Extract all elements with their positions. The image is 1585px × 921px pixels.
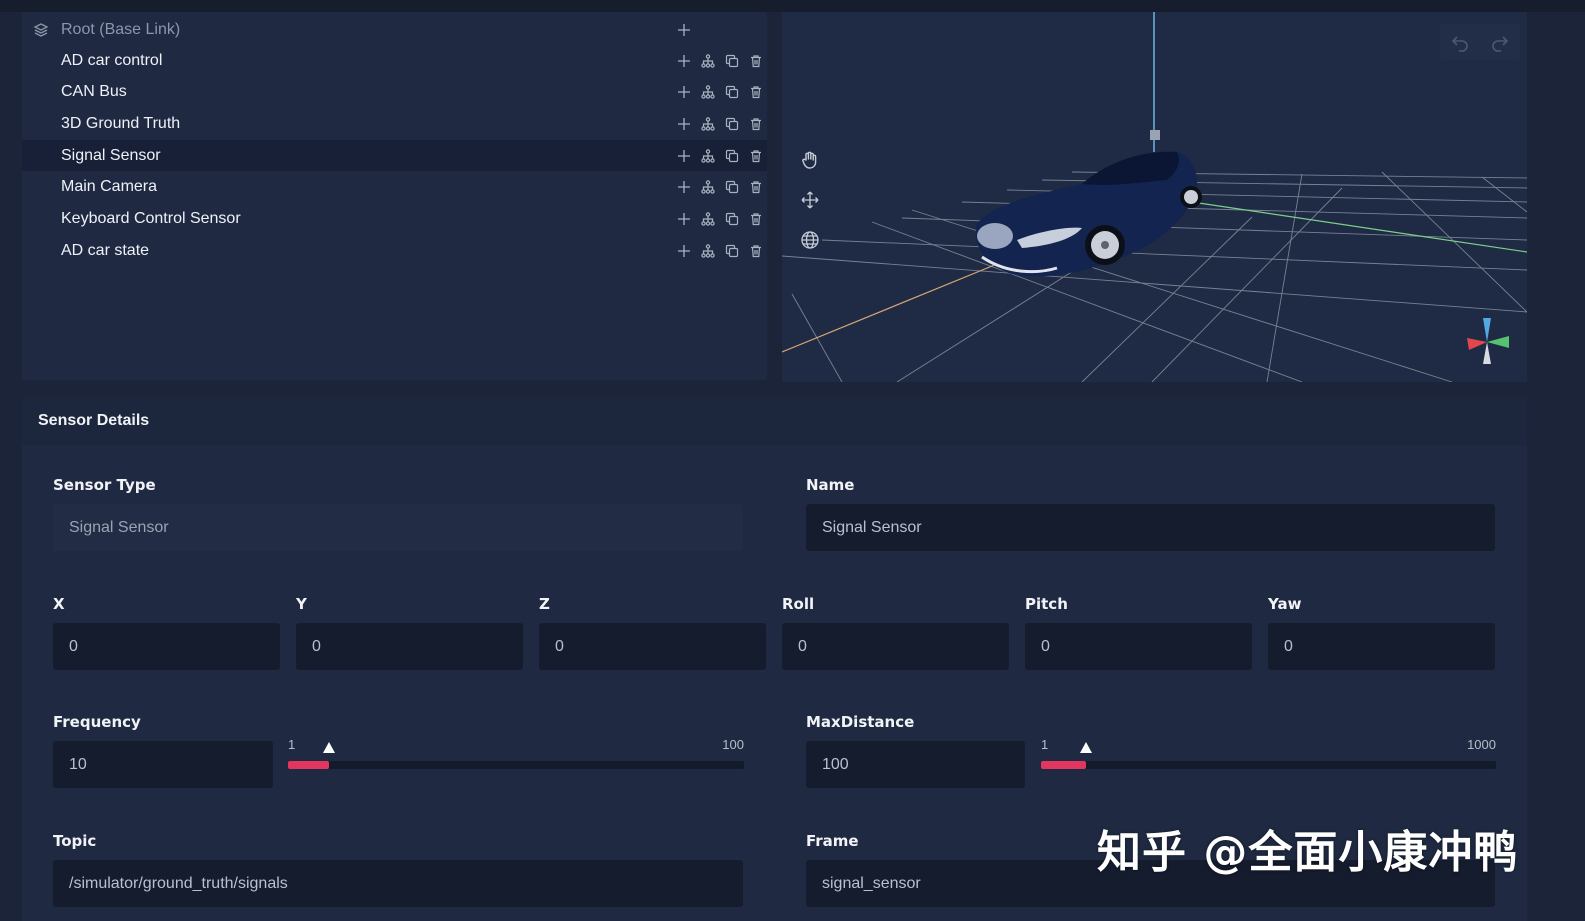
max-distance-max: 1000 [1467, 737, 1496, 752]
frequency-track[interactable] [288, 761, 744, 769]
tree-item[interactable]: AD car control [22, 45, 767, 76]
tree-item[interactable]: CAN Bus [22, 77, 767, 108]
yaw-input[interactable]: 0 [1268, 623, 1495, 670]
tree-item[interactable]: Keyboard Control Sensor [22, 204, 767, 235]
z-input[interactable]: 0 [539, 623, 766, 670]
copy-icon[interactable] [720, 114, 744, 134]
hierarchy-icon[interactable] [696, 177, 720, 197]
sensor-type-label: Sensor Type [53, 476, 156, 494]
plus-icon[interactable] [672, 209, 696, 229]
max-distance-thumb[interactable] [1080, 742, 1093, 753]
tree-root-row[interactable]: Root (Base Link) [22, 14, 767, 45]
copy-icon[interactable] [720, 82, 744, 102]
trash-icon[interactable] [744, 177, 768, 197]
hierarchy-icon[interactable] [696, 241, 720, 261]
trash-icon[interactable] [744, 241, 768, 261]
name-label: Name [806, 476, 855, 494]
topic-label: Topic [53, 832, 97, 850]
plus-icon[interactable] [672, 82, 696, 102]
plus-icon[interactable] [672, 177, 696, 197]
tree-item-label: Main Camera [61, 178, 158, 196]
roll-label: Roll [782, 595, 815, 613]
frequency-label: Frequency [53, 713, 141, 731]
frequency-fill [288, 761, 330, 769]
car-model [976, 151, 1202, 277]
pitch-input[interactable]: 0 [1025, 623, 1252, 670]
roll-input[interactable]: 0 [782, 623, 1009, 670]
3d-viewport[interactable] [782, 12, 1527, 382]
frequency-input[interactable]: 10 [53, 741, 273, 788]
hierarchy-icon[interactable] [696, 114, 720, 134]
tree-item-label: CAN Bus [61, 83, 127, 101]
x-input[interactable]: 0 [53, 623, 280, 670]
z-label: Z [539, 595, 550, 613]
hierarchy-icon[interactable] [696, 146, 720, 166]
trash-icon[interactable] [744, 114, 768, 134]
axis-gizmo [1467, 318, 1509, 364]
y-label: Y [296, 595, 307, 613]
hierarchy-icon[interactable] [696, 51, 720, 71]
copy-icon[interactable] [720, 51, 744, 71]
tree-root-label: Root (Base Link) [61, 20, 181, 38]
plus-icon[interactable] [672, 20, 696, 40]
viewport-toolbar [792, 140, 828, 260]
x-label: X [53, 595, 65, 613]
hierarchy-icon[interactable] [696, 82, 720, 102]
trash-icon[interactable] [744, 51, 768, 71]
copy-icon[interactable] [720, 241, 744, 261]
trash-icon[interactable] [744, 82, 768, 102]
tree-item-label: Keyboard Control Sensor [61, 210, 241, 227]
move-icon[interactable] [792, 180, 828, 220]
plus-icon[interactable] [672, 146, 696, 166]
copy-icon[interactable] [720, 146, 744, 166]
tree-item-label: Signal Sensor [61, 146, 161, 164]
name-input[interactable]: Signal Sensor [806, 504, 1495, 551]
trash-icon[interactable] [744, 209, 768, 229]
tree-item[interactable]: Signal Sensor [22, 140, 768, 172]
hierarchy-icon[interactable] [696, 209, 720, 229]
redo-icon[interactable] [1490, 32, 1510, 52]
plus-icon[interactable] [672, 114, 696, 134]
top-strip [0, 0, 1585, 12]
hand-icon[interactable] [792, 140, 828, 180]
frequency-thumb[interactable] [323, 742, 336, 753]
tree-item-label: AD car control [61, 51, 163, 69]
tree-item-label: AD car state [61, 241, 150, 259]
yaw-label: Yaw [1268, 595, 1302, 613]
tree-item[interactable]: AD car state [22, 235, 767, 266]
plus-icon[interactable] [672, 51, 696, 71]
frequency-slider[interactable]: 1 100 [288, 737, 744, 777]
tree-item-label: 3D Ground Truth [61, 114, 181, 132]
plus-icon[interactable] [672, 241, 696, 261]
sensor-type-field: Signal Sensor [53, 504, 743, 551]
layers-icon [33, 22, 49, 38]
max-distance-fill [1041, 761, 1087, 769]
topic-input[interactable]: /simulator/ground_truth/signals [53, 860, 743, 907]
max-distance-min: 1 [1041, 737, 1049, 752]
y-input[interactable]: 0 [296, 623, 523, 670]
trash-icon[interactable] [744, 146, 768, 166]
tree-item[interactable]: 3D Ground Truth [22, 108, 767, 139]
pitch-label: Pitch [1025, 595, 1068, 613]
copy-icon[interactable] [720, 177, 744, 197]
frequency-max: 100 [722, 737, 744, 752]
sensor-tree-panel: Root (Base Link) AD car control CAN Bus 3D… [22, 12, 767, 380]
max-distance-input[interactable]: 100 [806, 741, 1025, 788]
frequency-min: 1 [288, 737, 296, 752]
watermark: 知乎 @全面小康冲鸭 [1097, 827, 1519, 878]
max-distance-slider[interactable]: 1 1000 [1041, 737, 1496, 777]
frame-label: Frame [806, 832, 859, 850]
scene-canvas[interactable] [782, 12, 1527, 382]
details-title: Sensor Details [22, 397, 1527, 445]
history-controls [1440, 24, 1520, 60]
max-distance-track[interactable] [1041, 761, 1496, 769]
max-distance-label: MaxDistance [806, 713, 915, 731]
undo-icon[interactable] [1450, 32, 1470, 52]
copy-icon[interactable] [720, 209, 744, 229]
globe-icon[interactable] [792, 220, 828, 260]
tree-item[interactable]: Main Camera [22, 172, 767, 203]
